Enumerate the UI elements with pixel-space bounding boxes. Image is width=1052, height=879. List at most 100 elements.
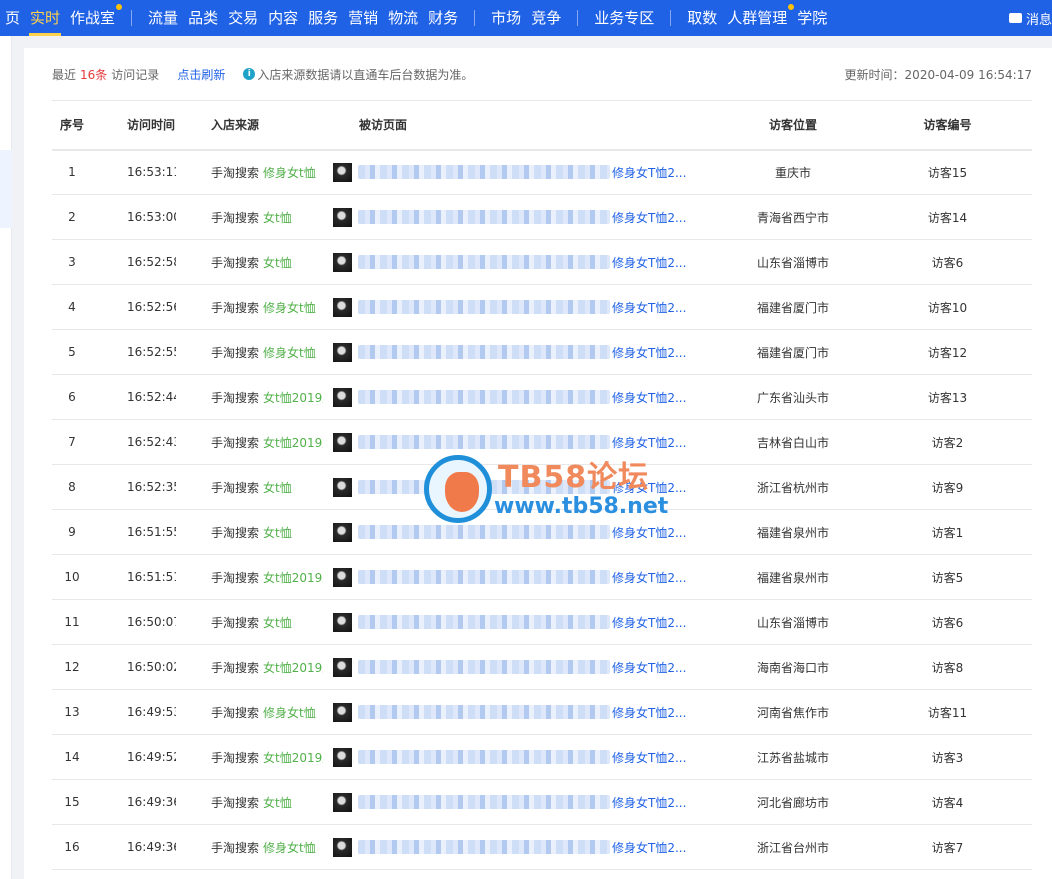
search-keyword[interactable]: 女t恤2019显瘦 (263, 571, 323, 585)
search-keyword[interactable]: 修身女t恤 (263, 346, 316, 360)
row-index: 10 (64, 570, 80, 584)
entry-source: 手淘搜索 女t恤 (176, 465, 323, 510)
search-keyword[interactable]: 修身女t恤 (263, 301, 316, 315)
visited-page-link[interactable]: 修身女T恤2... (612, 569, 686, 586)
nav-item-business-zone[interactable]: 业务专区 (589, 0, 659, 36)
visited-page-link[interactable]: 修身女T恤2... (612, 209, 686, 226)
visited-page-link[interactable]: 修身女T恤2... (612, 839, 686, 856)
nav-item-war-room[interactable]: 作战室 (65, 0, 123, 36)
nav-item-content[interactable]: 内容 (263, 0, 303, 36)
visitor-location: 重庆市 (774, 165, 811, 180)
search-keyword[interactable]: 女t恤 (263, 256, 292, 270)
visit-time: 16:52:44 (127, 390, 176, 404)
visited-page-link[interactable]: 修身女T恤2... (612, 524, 686, 541)
product-thumbnail[interactable] (333, 297, 352, 317)
product-thumbnail[interactable] (333, 522, 352, 542)
search-keyword[interactable]: 女t恤 (263, 481, 292, 495)
product-thumbnail[interactable] (333, 342, 352, 362)
visited-page-link[interactable]: 修身女T恤2... (612, 479, 686, 496)
visited-page-link[interactable]: 修身女T恤2... (612, 794, 686, 811)
search-keyword[interactable]: 女t恤2019显瘦 (263, 751, 323, 765)
search-keyword[interactable]: 女t恤 (263, 211, 292, 225)
nav-item-marketing[interactable]: 营销 (343, 0, 383, 36)
visited-page-link[interactable]: 修身女T恤2... (612, 704, 686, 721)
nav-divider (670, 10, 672, 26)
visited-page: 修身女T恤2... (323, 420, 723, 465)
visits-table: 序号 访问时间 入店来源 被访页面 访客位置 访客编号 1 16:53:11 手淘搜… (52, 100, 1032, 870)
visited-page: 修身女T恤2... (323, 195, 723, 240)
message-button[interactable]: 消息 (1003, 0, 1052, 36)
visited-page-link[interactable]: 修身女T恤2... (612, 389, 686, 406)
visit-time: 16:52:55 (127, 345, 176, 359)
search-keyword[interactable]: 女t恤2019显瘦 (263, 436, 323, 450)
nav-item-crowd[interactable]: 人群管理 (722, 0, 795, 36)
source-channel: 手淘搜索 (211, 390, 260, 405)
row-index: 9 (68, 525, 76, 539)
nav-item-competition[interactable]: 竞争 (526, 0, 566, 36)
product-thumbnail[interactable] (333, 612, 352, 632)
nav-item-realtime[interactable]: 实时 (25, 0, 65, 36)
nav-item-data-fetch[interactable]: 取数 (682, 0, 722, 36)
visitor-id: 访客9 (931, 480, 964, 495)
visited-page-link[interactable]: 修身女T恤2... (612, 434, 686, 451)
nav-item-academy[interactable]: 学院 (792, 0, 832, 36)
search-keyword[interactable]: 女t恤 (263, 616, 292, 630)
nav-item-category[interactable]: 品类 (183, 0, 223, 36)
table-row: 5 16:52:55 手淘搜索 修身女t恤 修身女T恤2... 福建省厦门市 访客12 (52, 330, 1032, 375)
search-keyword[interactable]: 修身女t恤 (263, 841, 316, 855)
product-thumbnail[interactable] (333, 207, 352, 227)
entry-source: 手淘搜索 女t恤 (176, 195, 323, 240)
product-thumbnail[interactable] (333, 477, 352, 497)
visited-page: 修身女T恤2... (323, 465, 723, 510)
product-thumbnail[interactable] (333, 657, 352, 677)
search-keyword[interactable]: 女t恤 (263, 526, 292, 540)
row-index: 4 (68, 300, 76, 314)
product-thumbnail[interactable] (333, 702, 352, 722)
nav-item-home[interactable]: 页 (0, 0, 25, 36)
product-thumbnail[interactable] (333, 432, 352, 452)
nav-item-finance[interactable]: 财务 (423, 0, 463, 36)
nav-item-service[interactable]: 服务 (303, 0, 343, 36)
search-keyword[interactable]: 修身女t恤 (263, 706, 316, 720)
visited-page-link[interactable]: 修身女T恤2... (612, 659, 686, 676)
entry-source: 手淘搜索 修身女t恤 (176, 825, 323, 870)
source-channel: 手淘搜索 (211, 480, 260, 495)
row-index: 6 (68, 390, 76, 404)
search-keyword[interactable]: 女t恤 (263, 796, 292, 810)
nav-item-market[interactable]: 市场 (486, 0, 526, 36)
product-thumbnail[interactable] (333, 252, 352, 272)
search-keyword[interactable]: 女t恤2019显瘦 (263, 391, 323, 405)
sidebar-active-item[interactable] (0, 150, 12, 228)
blurred-page-title (358, 210, 610, 224)
search-keyword[interactable]: 修身女t恤 (263, 166, 316, 180)
search-keyword[interactable]: 女t恤2019显瘦 (263, 661, 323, 675)
refresh-link[interactable]: 点击刷新 (177, 66, 225, 83)
visited-page-link[interactable]: 修身女T恤2... (612, 254, 686, 271)
entry-source: 手淘搜索女t恤2019显瘦 (176, 420, 323, 465)
table-row: 4 16:52:56 手淘搜索 修身女t恤 修身女T恤2... 福建省厦门市 访客10 (52, 285, 1032, 330)
nav-item-traffic[interactable]: 流量 (143, 0, 183, 36)
product-thumbnail[interactable] (333, 162, 352, 182)
visited-page-link[interactable]: 修身女T恤2... (612, 299, 686, 316)
row-index: 1 (68, 165, 76, 180)
nav-item-trade[interactable]: 交易 (223, 0, 263, 36)
visited-page-link[interactable]: 修身女T恤2... (612, 614, 686, 631)
nav-item-logistics[interactable]: 物流 (383, 0, 423, 36)
product-thumbnail[interactable] (333, 567, 352, 587)
blurred-page-title (358, 255, 610, 269)
nav-divider (131, 10, 133, 26)
visit-time: 16:49:36 (127, 840, 176, 854)
visited-page-link[interactable]: 修身女T恤2... (612, 344, 686, 361)
visitor-id: 访客11 (927, 705, 968, 720)
product-thumbnail[interactable] (333, 837, 352, 857)
visited-page-link[interactable]: 修身女T恤2... (612, 749, 686, 766)
visit-time: 16:51:55 (127, 525, 176, 539)
visitor-id: 访客4 (931, 795, 964, 810)
visitor-id: 访客12 (927, 345, 968, 360)
product-thumbnail[interactable] (333, 387, 352, 407)
visit-time: 16:49:52 (127, 750, 176, 764)
product-thumbnail[interactable] (333, 792, 352, 812)
product-thumbnail[interactable] (333, 747, 352, 767)
visitor-location: 福建省泉州市 (756, 525, 829, 540)
visited-page-link[interactable]: 修身女T恤2... (612, 164, 686, 181)
